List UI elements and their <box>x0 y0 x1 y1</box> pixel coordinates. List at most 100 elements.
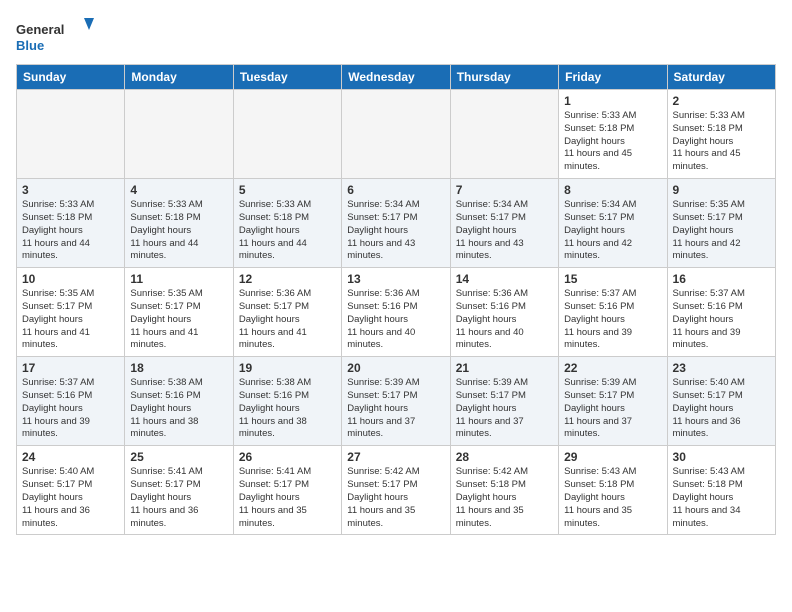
day-info: Sunrise: 5:33 AMSunset: 5:18 PMDaylight … <box>22 199 119 263</box>
day-number: 8 <box>564 183 661 197</box>
day-info: Sunrise: 5:35 AMSunset: 5:17 PMDaylight … <box>22 288 119 352</box>
day-number: 13 <box>347 272 444 286</box>
day-info: Sunrise: 5:37 AMSunset: 5:16 PMDaylight … <box>22 377 119 441</box>
day-info: Sunrise: 5:34 AMSunset: 5:17 PMDaylight … <box>347 199 444 263</box>
calendar-week-2: 3 Sunrise: 5:33 AMSunset: 5:18 PMDaylight… <box>17 179 776 268</box>
day-info: Sunrise: 5:35 AMSunset: 5:17 PMDaylight … <box>673 199 770 263</box>
calendar-table: SundayMondayTuesdayWednesdayThursdayFrid… <box>16 64 776 535</box>
day-info: Sunrise: 5:38 AMSunset: 5:16 PMDaylight … <box>239 377 336 441</box>
day-info: Sunrise: 5:35 AMSunset: 5:17 PMDaylight … <box>130 288 227 352</box>
day-number: 30 <box>673 450 770 464</box>
calendar-day-14: 14 Sunrise: 5:36 AMSunset: 5:16 PMDayligh… <box>450 268 558 357</box>
day-number: 22 <box>564 361 661 375</box>
day-number: 10 <box>22 272 119 286</box>
calendar-day-10: 10 Sunrise: 5:35 AMSunset: 5:17 PMDayligh… <box>17 268 125 357</box>
calendar-day-7: 7 Sunrise: 5:34 AMSunset: 5:17 PMDaylight… <box>450 179 558 268</box>
weekday-header-saturday: Saturday <box>667 65 775 90</box>
day-number: 24 <box>22 450 119 464</box>
day-info: Sunrise: 5:42 AMSunset: 5:17 PMDaylight … <box>347 466 444 530</box>
calendar-day-empty <box>233 90 341 179</box>
calendar-week-1: 1 Sunrise: 5:33 AMSunset: 5:18 PMDaylight… <box>17 90 776 179</box>
calendar-day-22: 22 Sunrise: 5:39 AMSunset: 5:17 PMDayligh… <box>559 357 667 446</box>
day-info: Sunrise: 5:40 AMSunset: 5:17 PMDaylight … <box>673 377 770 441</box>
day-info: Sunrise: 5:39 AMSunset: 5:17 PMDaylight … <box>456 377 553 441</box>
calendar-day-18: 18 Sunrise: 5:38 AMSunset: 5:16 PMDayligh… <box>125 357 233 446</box>
calendar-day-20: 20Sunrise: 5:39 AMSunset: 5:17 PMDayligh… <box>342 357 450 446</box>
calendar-day-24: 24 Sunrise: 5:40 AMSunset: 5:17 PMDayligh… <box>17 446 125 535</box>
weekday-header-sunday: Sunday <box>17 65 125 90</box>
day-info: Sunrise: 5:41 AMSunset: 5:17 PMDaylight … <box>130 466 227 530</box>
day-number: 2 <box>673 94 770 108</box>
calendar-day-28: 28 Sunrise: 5:42 AMSunset: 5:18 PMDayligh… <box>450 446 558 535</box>
day-number: 6 <box>347 183 444 197</box>
day-info: Sunrise: 5:41 AMSunset: 5:17 PMDaylight … <box>239 466 336 530</box>
calendar-day-26: 26 Sunrise: 5:41 AMSunset: 5:17 PMDayligh… <box>233 446 341 535</box>
day-info: Sunrise: 5:43 AMSunset: 5:18 PMDaylight … <box>673 466 770 530</box>
day-number: 28 <box>456 450 553 464</box>
calendar-day-23: 23 Sunrise: 5:40 AMSunset: 5:17 PMDayligh… <box>667 357 775 446</box>
calendar-day-13: 13Sunrise: 5:36 AMSunset: 5:16 PMDayligh… <box>342 268 450 357</box>
calendar-day-3: 3 Sunrise: 5:33 AMSunset: 5:18 PMDaylight… <box>17 179 125 268</box>
weekday-header-thursday: Thursday <box>450 65 558 90</box>
day-info: Sunrise: 5:34 AMSunset: 5:17 PMDaylight … <box>564 199 661 263</box>
calendar-day-9: 9Sunrise: 5:35 AMSunset: 5:17 PMDaylight… <box>667 179 775 268</box>
day-number: 16 <box>673 272 770 286</box>
day-info: Sunrise: 5:33 AMSunset: 5:18 PMDaylight … <box>239 199 336 263</box>
day-number: 27 <box>347 450 444 464</box>
day-info: Sunrise: 5:37 AMSunset: 5:16 PMDaylight … <box>673 288 770 352</box>
calendar-day-empty <box>17 90 125 179</box>
weekday-header-tuesday: Tuesday <box>233 65 341 90</box>
day-info: Sunrise: 5:36 AMSunset: 5:16 PMDaylight … <box>456 288 553 352</box>
day-number: 12 <box>239 272 336 286</box>
day-number: 15 <box>564 272 661 286</box>
weekday-header-monday: Monday <box>125 65 233 90</box>
page-header: General Blue <box>16 16 776 56</box>
day-info: Sunrise: 5:42 AMSunset: 5:18 PMDaylight … <box>456 466 553 530</box>
calendar-day-27: 27 Sunrise: 5:42 AMSunset: 5:17 PMDayligh… <box>342 446 450 535</box>
day-info: Sunrise: 5:39 AMSunset: 5:17 PMDaylight … <box>564 377 661 441</box>
day-number: 3 <box>22 183 119 197</box>
day-info: Sunrise: 5:33 AMSunset: 5:18 PMDaylight … <box>564 110 661 174</box>
day-info: Sunrise: 5:37 AMSunset: 5:16 PMDaylight … <box>564 288 661 352</box>
day-info: Sunrise: 5:38 AMSunset: 5:16 PMDaylight … <box>130 377 227 441</box>
day-number: 18 <box>130 361 227 375</box>
calendar-day-empty <box>450 90 558 179</box>
logo: General Blue <box>16 16 96 56</box>
day-number: 4 <box>130 183 227 197</box>
day-number: 19 <box>239 361 336 375</box>
calendar-day-5: 5Sunrise: 5:33 AMSunset: 5:18 PMDaylight… <box>233 179 341 268</box>
day-number: 21 <box>456 361 553 375</box>
calendar-day-19: 19 Sunrise: 5:38 AMSunset: 5:16 PMDayligh… <box>233 357 341 446</box>
day-number: 23 <box>673 361 770 375</box>
logo-svg: General Blue <box>16 16 96 56</box>
calendar-day-30: 30 Sunrise: 5:43 AMSunset: 5:18 PMDayligh… <box>667 446 775 535</box>
svg-text:General: General <box>16 22 64 37</box>
calendar-day-21: 21 Sunrise: 5:39 AMSunset: 5:17 PMDayligh… <box>450 357 558 446</box>
calendar-header-row: SundayMondayTuesdayWednesdayThursdayFrid… <box>17 65 776 90</box>
calendar-day-25: 25Sunrise: 5:41 AMSunset: 5:17 PMDayligh… <box>125 446 233 535</box>
day-number: 1 <box>564 94 661 108</box>
calendar-day-6: 6 Sunrise: 5:34 AMSunset: 5:17 PMDaylight… <box>342 179 450 268</box>
calendar-day-8: 8 Sunrise: 5:34 AMSunset: 5:17 PMDaylight… <box>559 179 667 268</box>
weekday-header-wednesday: Wednesday <box>342 65 450 90</box>
day-number: 29 <box>564 450 661 464</box>
day-info: Sunrise: 5:43 AMSunset: 5:18 PMDaylight … <box>564 466 661 530</box>
day-number: 14 <box>456 272 553 286</box>
calendar-day-29: 29 Sunrise: 5:43 AMSunset: 5:18 PMDayligh… <box>559 446 667 535</box>
calendar-day-1: 1 Sunrise: 5:33 AMSunset: 5:18 PMDaylight… <box>559 90 667 179</box>
day-info: Sunrise: 5:34 AMSunset: 5:17 PMDaylight … <box>456 199 553 263</box>
calendar-day-12: 12 Sunrise: 5:36 AMSunset: 5:17 PMDayligh… <box>233 268 341 357</box>
day-info: Sunrise: 5:40 AMSunset: 5:17 PMDaylight … <box>22 466 119 530</box>
day-info: Sunrise: 5:36 AMSunset: 5:17 PMDaylight … <box>239 288 336 352</box>
day-number: 26 <box>239 450 336 464</box>
day-info: Sunrise: 5:33 AMSunset: 5:18 PMDaylight … <box>673 110 770 174</box>
day-number: 7 <box>456 183 553 197</box>
day-info: Sunrise: 5:39 AMSunset: 5:17 PMDaylight … <box>347 377 444 441</box>
calendar-day-4: 4Sunrise: 5:33 AMSunset: 5:18 PMDaylight… <box>125 179 233 268</box>
svg-text:Blue: Blue <box>16 38 44 53</box>
calendar-week-4: 17Sunrise: 5:37 AMSunset: 5:16 PMDayligh… <box>17 357 776 446</box>
calendar-week-5: 24 Sunrise: 5:40 AMSunset: 5:17 PMDayligh… <box>17 446 776 535</box>
calendar-day-empty <box>342 90 450 179</box>
weekday-header-friday: Friday <box>559 65 667 90</box>
calendar-week-3: 10 Sunrise: 5:35 AMSunset: 5:17 PMDayligh… <box>17 268 776 357</box>
